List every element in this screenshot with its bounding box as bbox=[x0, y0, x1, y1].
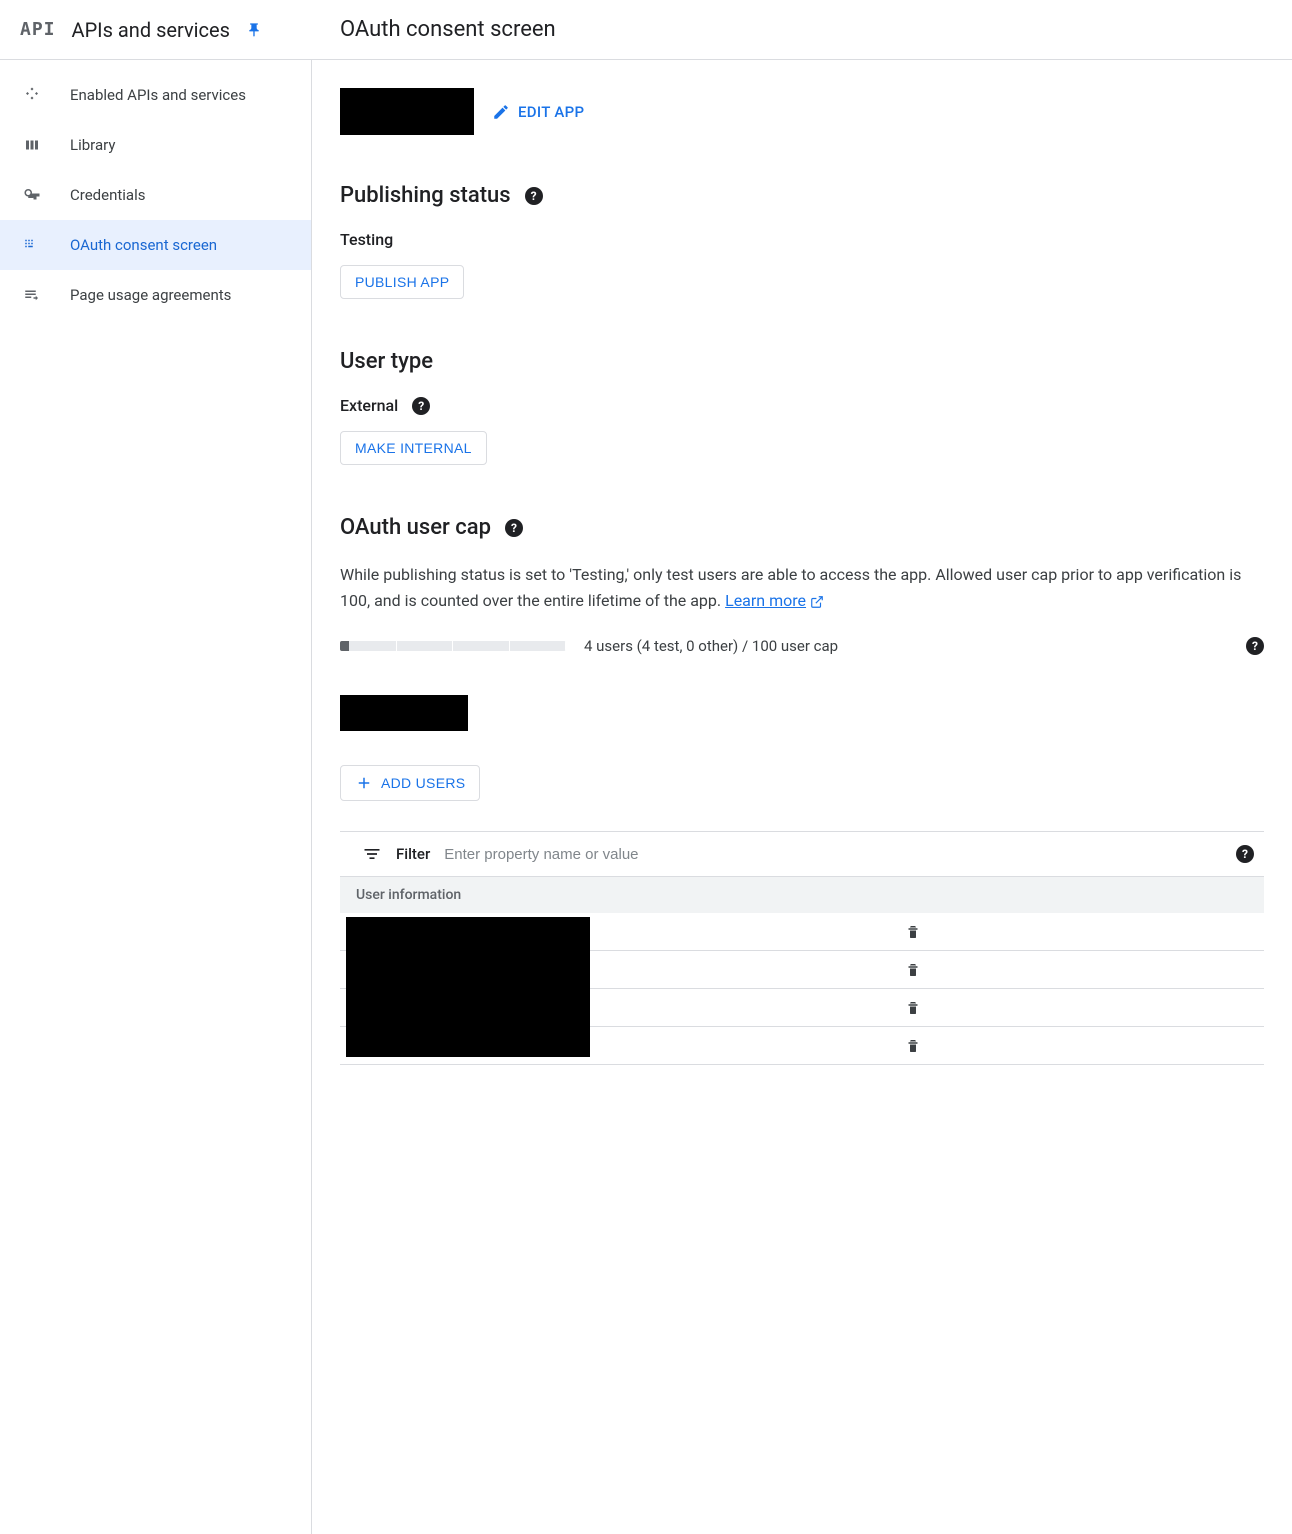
app-name-row: EDIT APP bbox=[340, 88, 1264, 135]
redacted-user-list bbox=[346, 917, 590, 1057]
publish-app-button[interactable]: PUBLISH APP bbox=[340, 265, 464, 299]
sidebar-item-label: Library bbox=[70, 136, 115, 154]
edit-app-label: EDIT APP bbox=[518, 103, 584, 121]
page-header: API APIs and services OAuth consent scre… bbox=[0, 0, 1292, 60]
settings-list-icon bbox=[22, 285, 42, 305]
key-icon bbox=[22, 185, 42, 205]
product-title: APIs and services bbox=[72, 18, 230, 42]
help-icon[interactable]: ? bbox=[525, 187, 543, 205]
diamond-icon bbox=[22, 85, 42, 105]
sidebar-item-page-usage[interactable]: Page usage agreements bbox=[0, 270, 311, 320]
sidebar: Enabled APIs and services Library Creden… bbox=[0, 60, 312, 1534]
consent-icon bbox=[22, 235, 42, 255]
table-header: User information bbox=[340, 876, 1264, 913]
add-users-button[interactable]: ADD USERS bbox=[340, 765, 480, 801]
library-icon bbox=[22, 135, 42, 155]
filter-icon bbox=[362, 844, 382, 864]
sidebar-item-library[interactable]: Library bbox=[0, 120, 311, 170]
trash-icon[interactable] bbox=[904, 999, 922, 1017]
trash-icon[interactable] bbox=[904, 923, 922, 941]
main-content: EDIT APP Publishing status ? Testing PUB… bbox=[312, 60, 1292, 1534]
user-cap-title: OAuth user cap ? bbox=[340, 515, 1264, 540]
progress-fill bbox=[340, 641, 349, 651]
add-users-label: ADD USERS bbox=[381, 775, 465, 791]
api-logo: API bbox=[20, 19, 56, 40]
user-cap-description: While publishing status is set to 'Testi… bbox=[340, 562, 1264, 613]
filter-label: Filter bbox=[396, 845, 430, 863]
sidebar-item-label: OAuth consent screen bbox=[70, 236, 217, 254]
filter-input[interactable] bbox=[444, 846, 1222, 863]
sidebar-item-oauth-consent[interactable]: OAuth consent screen bbox=[0, 220, 311, 270]
make-internal-button[interactable]: MAKE INTERNAL bbox=[340, 431, 487, 465]
page-title: OAuth consent screen bbox=[312, 17, 556, 42]
help-icon[interactable]: ? bbox=[505, 519, 523, 537]
sidebar-item-label: Enabled APIs and services bbox=[70, 86, 246, 104]
edit-app-button[interactable]: EDIT APP bbox=[492, 103, 584, 121]
help-icon[interactable]: ? bbox=[412, 397, 430, 415]
cap-progress-row: 4 users (4 test, 0 other) / 100 user cap… bbox=[340, 637, 1264, 655]
header-left: API APIs and services bbox=[0, 18, 312, 42]
user-type-value: External ? bbox=[340, 396, 1264, 415]
help-icon[interactable]: ? bbox=[1236, 845, 1254, 863]
trash-icon[interactable] bbox=[904, 1037, 922, 1055]
progress-bar bbox=[340, 641, 566, 651]
user-type-title: User type bbox=[340, 349, 1264, 374]
user-cap-section: OAuth user cap ? While publishing status… bbox=[340, 515, 1264, 655]
publishing-title: Publishing status ? bbox=[340, 183, 1264, 208]
sidebar-item-label: Page usage agreements bbox=[70, 286, 231, 304]
table-body bbox=[340, 913, 1264, 1065]
pencil-icon bbox=[492, 103, 510, 121]
sidebar-item-enabled-apis[interactable]: Enabled APIs and services bbox=[0, 70, 311, 120]
sidebar-item-label: Credentials bbox=[70, 186, 145, 204]
redacted-app-name bbox=[340, 88, 474, 135]
cap-text: 4 users (4 test, 0 other) / 100 user cap bbox=[584, 637, 838, 655]
learn-more-link[interactable]: Learn more bbox=[725, 591, 806, 610]
external-link-icon bbox=[810, 594, 824, 610]
redacted-section-title bbox=[340, 695, 468, 731]
help-icon[interactable]: ? bbox=[1246, 637, 1264, 655]
trash-icon[interactable] bbox=[904, 961, 922, 979]
sidebar-item-credentials[interactable]: Credentials bbox=[0, 170, 311, 220]
publishing-status: Testing bbox=[340, 230, 1264, 249]
filter-bar: Filter ? bbox=[340, 831, 1264, 876]
publishing-section: Publishing status ? Testing PUBLISH APP bbox=[340, 183, 1264, 299]
user-type-section: User type External ? MAKE INTERNAL bbox=[340, 349, 1264, 465]
plus-icon bbox=[355, 774, 373, 792]
pin-icon[interactable] bbox=[246, 22, 262, 38]
